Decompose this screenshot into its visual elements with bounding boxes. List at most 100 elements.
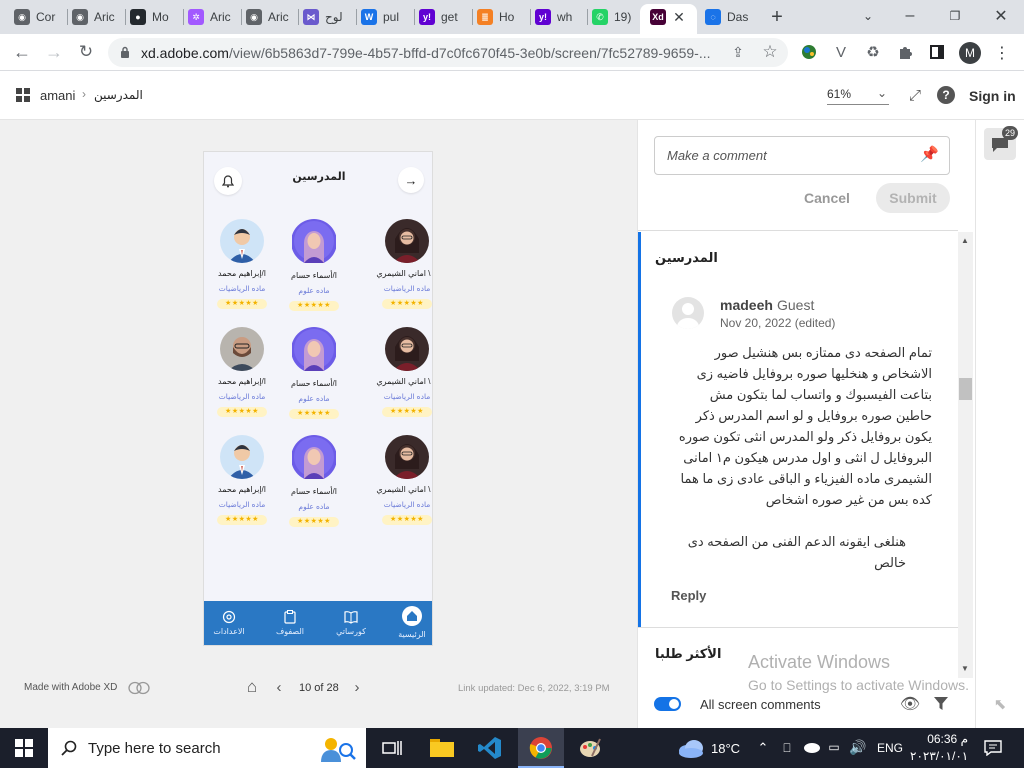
fullscreen-icon[interactable]: ⤢	[906, 86, 924, 104]
grid-view-icon[interactable]	[15, 87, 31, 103]
chrome-taskbar-button[interactable]	[518, 728, 564, 768]
restore-icon[interactable]: ❐	[945, 6, 965, 26]
next-screen-icon[interactable]: ›	[350, 678, 364, 696]
scroll-down-icon[interactable]: ▼	[961, 664, 969, 673]
tray-monitor-icon[interactable]: ▭	[826, 739, 842, 755]
zoom-select[interactable]: 61% ⌄	[827, 86, 889, 105]
browser-tab[interactable]: Xd	[650, 5, 670, 29]
reload-icon[interactable]: ↻	[76, 42, 96, 62]
tab-separator	[414, 9, 415, 25]
comments-rail-button[interactable]: 29	[984, 126, 1018, 160]
nav-item-book[interactable]: كورساتي	[323, 601, 379, 645]
url-text: xd.adobe.com/view/6b5863d7-799e-4b57-bff…	[141, 45, 711, 61]
chrome-icon: ◉	[246, 9, 262, 25]
tray-chevron-up-icon[interactable]: ⌃	[755, 740, 771, 756]
clock-date[interactable]: ٢٠٢٣/٠١/٠١	[910, 749, 968, 763]
teacher-card[interactable]: م \ اماني الشيمري ماده الرياضيات ★★★★★	[372, 435, 432, 525]
extensions-puzzle-icon[interactable]	[896, 43, 914, 61]
teacher-card[interactable]: ا/إبراهيم محمد ماده الرياضيات ★★★★★	[207, 435, 277, 525]
teacher-card[interactable]: ا/إبراهيم محمد ماده الرياضيات ★★★★★	[207, 219, 277, 309]
weather-cloud-icon[interactable]	[677, 738, 705, 761]
sign-in-link[interactable]: Sign in	[969, 88, 1016, 104]
lock-icon[interactable]	[118, 44, 132, 60]
tab-separator	[125, 9, 126, 25]
browser-tab[interactable]: ✆ 19)	[592, 5, 640, 29]
all-comments-toggle[interactable]	[654, 697, 681, 711]
file-explorer-icon[interactable]	[430, 737, 454, 760]
close-tab-icon[interactable]: ✕	[670, 8, 688, 26]
nav-item-clipboard[interactable]: الصفوف	[262, 601, 318, 645]
windows-start-icon[interactable]	[15, 739, 33, 760]
browser-tab[interactable]: y! wh	[535, 5, 583, 29]
browser-tab-label: Ho	[499, 10, 515, 24]
notifications-icon[interactable]	[983, 739, 1003, 757]
extension-v-icon[interactable]: V	[832, 43, 850, 61]
browser-tab[interactable]: ◉ Aric	[72, 5, 120, 29]
forward-icon[interactable]: →	[44, 42, 64, 62]
teacher-card[interactable]: ا/أسماء حسام ماده علوم ★★★★★	[279, 435, 349, 527]
bookmark-star-icon[interactable]: ☆	[760, 42, 780, 62]
browser-tab[interactable]: y! get	[419, 5, 467, 29]
chrome-icon: ◉	[72, 9, 88, 25]
cancel-button[interactable]: Cancel	[804, 190, 850, 206]
browser-tab[interactable]: ◌ Das	[705, 5, 753, 29]
book-icon	[323, 610, 379, 624]
task-view-icon[interactable]	[380, 737, 404, 759]
teacher-avatar	[291, 219, 337, 265]
browser-tab[interactable]: ◉ Cor	[14, 5, 62, 29]
volume-icon[interactable]: 🔊	[849, 739, 867, 755]
browser-menu-icon[interactable]: ⋮	[994, 42, 1010, 64]
search-highlight-icon[interactable]	[316, 732, 358, 767]
comment-line: حاطين صوره بروفايل و لو اسم المدرس ذكر	[695, 408, 932, 423]
reply-link[interactable]: Reply	[671, 588, 706, 603]
teacher-card[interactable]: م \ اماني الشيمري ماده الرياضيات ★★★★★	[372, 219, 432, 309]
extension-recycle-icon[interactable]: ♻	[864, 43, 882, 61]
vscode-icon[interactable]	[478, 736, 502, 763]
teacher-subject: ماده الرياضيات	[218, 392, 266, 401]
browser-tab[interactable]: ⋈ لوح	[303, 5, 351, 29]
home-icon[interactable]: ⌂	[242, 677, 262, 696]
submit-button[interactable]: Submit	[876, 183, 950, 213]
browser-tab[interactable]: ✲ Aric	[188, 5, 236, 29]
scrollbar-track[interactable]	[958, 232, 973, 678]
new-tab-icon[interactable]: +	[766, 6, 788, 28]
teacher-card[interactable]: ا/أسماء حسام ماده علوم ★★★★★	[279, 219, 349, 311]
share-icon[interactable]: ⇪	[729, 43, 747, 61]
teacher-card[interactable]: ا/أسماء حسام ماده علوم ★★★★★	[279, 327, 349, 419]
comment-input[interactable]: Make a comment 📌	[654, 136, 950, 175]
minimize-icon[interactable]: –	[900, 6, 920, 26]
pointer-icon[interactable]: ⬉	[990, 694, 1010, 714]
tab-search-icon[interactable]: ⌄	[858, 6, 878, 26]
scroll-up-icon[interactable]: ▲	[961, 236, 969, 245]
language-indicator[interactable]: ENG	[877, 741, 903, 755]
weather-temp[interactable]: 18°C	[711, 741, 740, 756]
back-arrow-icon[interactable]: →	[398, 167, 424, 193]
filter-icon[interactable]	[932, 694, 950, 714]
prev-screen-icon[interactable]: ‹	[272, 678, 286, 696]
help-icon[interactable]: ?	[937, 86, 955, 104]
browser-tab[interactable]: ● Mo	[130, 5, 178, 29]
nav-item-home[interactable]: الرئيسية	[384, 601, 432, 645]
browser-tab[interactable]: ◉ Aric	[246, 5, 294, 29]
side-panel-icon[interactable]	[928, 43, 946, 61]
scrollbar-thumb[interactable]	[959, 378, 972, 400]
breadcrumb-user[interactable]: amani	[40, 88, 75, 103]
tray-usb-icon[interactable]: ⎕	[779, 740, 795, 756]
cc-logo-icon[interactable]	[128, 680, 150, 696]
extension-globe-icon[interactable]	[800, 43, 818, 61]
paint-icon[interactable]	[578, 736, 602, 763]
profile-avatar[interactable]: M	[959, 42, 981, 64]
nav-item-settings[interactable]: الاعدادات	[204, 601, 257, 645]
eye-icon[interactable]: 👁	[898, 694, 922, 714]
teacher-card[interactable]: ا/إبراهيم محمد ماده الرياضيات ★★★★★	[207, 327, 277, 417]
pin-icon[interactable]: 📌	[920, 145, 939, 163]
window-close-icon[interactable]: ✕	[990, 5, 1012, 27]
clock-time[interactable]: 06:36 م	[916, 732, 968, 746]
bell-icon[interactable]	[214, 167, 242, 195]
back-icon[interactable]: ←	[12, 42, 32, 62]
wordpress-icon: W	[361, 9, 377, 25]
browser-tab[interactable]: ≣ Ho	[477, 5, 525, 29]
teacher-card[interactable]: م \ اماني الشيمري ماده الرياضيات ★★★★★	[372, 327, 432, 417]
onedrive-icon[interactable]	[803, 741, 821, 756]
browser-tab[interactable]: Wpul	[361, 5, 409, 29]
